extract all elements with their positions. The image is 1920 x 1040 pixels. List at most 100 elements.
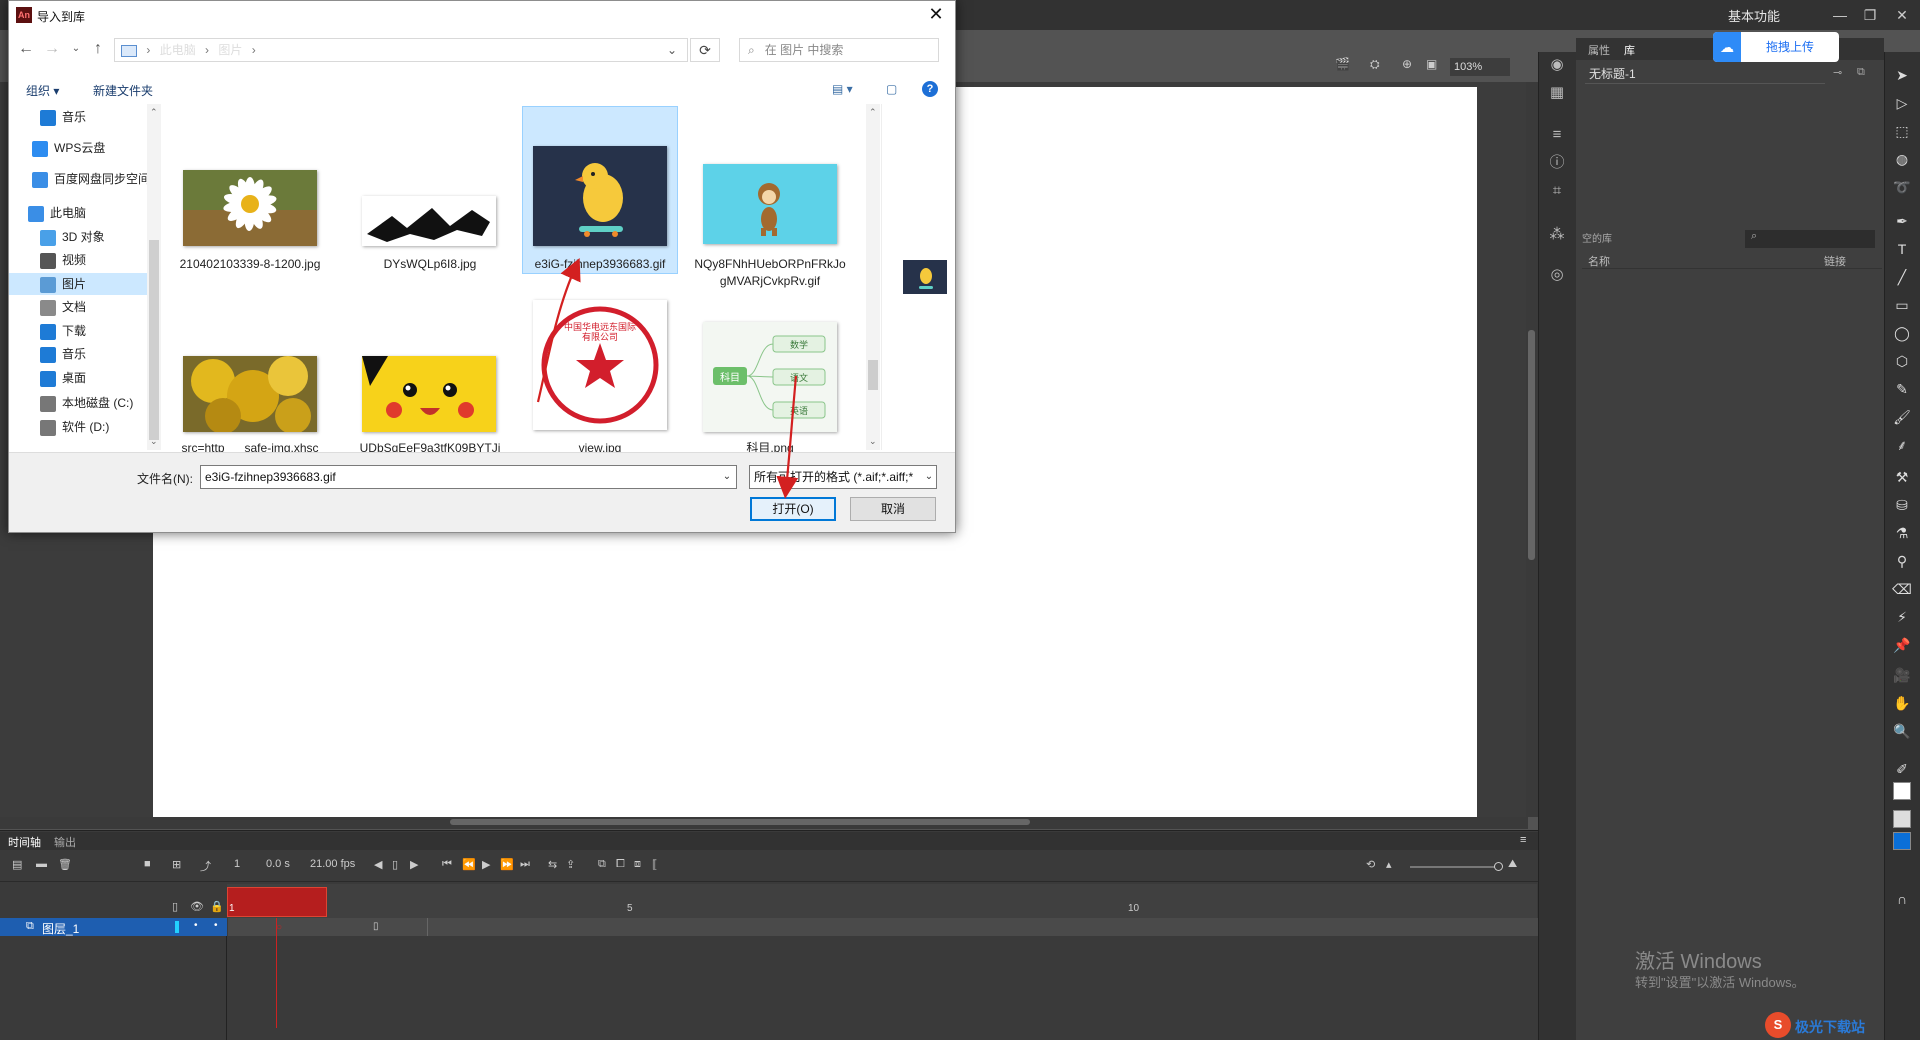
back-arrow-icon[interactable]: ← — [16, 39, 36, 59]
workspace-switcher[interactable]: 基本功能 — [1728, 6, 1780, 25]
nav-item[interactable]: 下载 — [40, 320, 86, 342]
fps-display[interactable]: 21.00 fps — [310, 858, 355, 870]
eye-icon[interactable]: 👁 — [190, 900, 204, 913]
nav-item[interactable]: 3D 对象 — [40, 226, 105, 248]
selection-tool-icon[interactable]: ➤ — [1890, 64, 1914, 86]
zoom-tool-icon[interactable]: 🔍 — [1890, 720, 1914, 742]
crosshair-icon[interactable]: ⊕ — [1402, 57, 1412, 71]
new-folder-icon[interactable]: ▬ — [36, 858, 47, 870]
panel-menu-icon[interactable]: ≡ — [1520, 834, 1526, 846]
center-frame-icon[interactable]: ⇪ — [566, 858, 575, 871]
layer-name[interactable]: 图层_1 — [42, 920, 79, 937]
restore-button[interactable]: ❐ — [1856, 4, 1884, 26]
zoom-select[interactable]: 103% — [1450, 58, 1510, 76]
baidu-upload-button[interactable]: ☁ 拖拽上传 — [1713, 32, 1839, 62]
organize-menu[interactable]: 组织 ▾ — [26, 82, 59, 99]
preview-pane-icon[interactable]: ▢ — [886, 82, 897, 96]
play-icon[interactable]: ▶ — [482, 858, 490, 871]
onion-markers-icon[interactable]: ⟦ — [652, 858, 657, 871]
file-thumbnail-monkey[interactable] — [703, 164, 837, 244]
crop-icon[interactable]: ▣ — [1426, 57, 1437, 71]
step-back-icon[interactable]: ⏪ — [462, 858, 476, 871]
files-scroll-thumb[interactable] — [868, 360, 878, 390]
stroke-swatch[interactable] — [1893, 782, 1911, 800]
nav-item[interactable]: 音乐 — [40, 106, 86, 128]
recent-dropdown-icon[interactable]: ⌄ — [66, 39, 86, 59]
view-options-icon[interactable]: ▤ ▾ — [832, 82, 853, 96]
triangle-icon[interactable]: ▴ — [1386, 858, 1392, 871]
insert-keyframe-icon[interactable]: ▯ — [392, 858, 398, 871]
go-last-icon[interactable]: ⏭ — [520, 858, 530, 871]
fill-color-swatch[interactable] — [1893, 832, 1911, 850]
column-name[interactable]: 名称 — [1588, 253, 1610, 269]
width-tool-icon[interactable]: ⚡ — [1890, 606, 1914, 628]
open-button[interactable]: 打开(O) — [750, 497, 836, 521]
frame-size-slider[interactable] — [1410, 866, 1498, 868]
layer-parenting-icon[interactable]: ⊞ — [172, 858, 181, 871]
paint-bucket-icon[interactable]: ⛭ — [1370, 57, 1380, 72]
layer-lock-dot[interactable]: • — [214, 920, 218, 931]
asset-warp-tool-icon[interactable]: 📌 — [1890, 634, 1914, 656]
edit-multiple-icon[interactable]: ⧈ — [634, 858, 641, 871]
breadcrumb-this-pc[interactable]: 此电脑 — [160, 43, 196, 57]
clapper-icon[interactable]: 🎬 — [1335, 57, 1350, 71]
search-input[interactable]: ⌕ 在 图片 中搜索 — [739, 38, 939, 62]
snap-magnet-icon[interactable]: ∩ — [1890, 888, 1914, 910]
paint-brush-tool-icon[interactable]: 🖌 — [1890, 406, 1914, 428]
document-select[interactable]: 无标题-1 — [1585, 64, 1825, 84]
transform-icon[interactable]: ⌗ — [1546, 180, 1568, 202]
graph-icon[interactable]: ⤴ — [200, 858, 211, 874]
info-icon[interactable]: ⓘ — [1546, 152, 1568, 174]
nav-item[interactable]: WPS云盘 — [32, 137, 105, 159]
files-scrollbar[interactable] — [866, 104, 880, 450]
pencil-tool-icon[interactable]: ✎ — [1890, 378, 1914, 400]
address-dropdown-icon[interactable]: ⌄ — [667, 39, 677, 61]
nav-item[interactable]: 桌面 — [40, 367, 86, 389]
fill-swatch-icon[interactable] — [1893, 810, 1911, 828]
polygon-tool-icon[interactable]: ⬡ — [1890, 350, 1914, 372]
ink-bottle-tool-icon[interactable]: ⚗ — [1890, 522, 1914, 544]
nav-item[interactable]: 文档 — [40, 296, 86, 318]
timeline-ruler[interactable] — [227, 884, 1537, 918]
step-forward-icon[interactable]: ⏩ — [500, 858, 514, 871]
file-name[interactable]: DYsWQLp6I8.jpg — [352, 256, 508, 273]
motion-presets-icon[interactable]: ◎ — [1546, 264, 1568, 286]
nav-item[interactable]: 此电脑 — [28, 202, 86, 224]
file-name[interactable]: NQy8FNhHUebORPnFRkJogMVARjCvkpRv.gif — [692, 256, 848, 290]
next-keyframe-icon[interactable]: ▶ — [410, 858, 418, 871]
layer-frames[interactable]: ○ ▯ — [228, 918, 1538, 936]
oval-tool-icon[interactable]: ◯ — [1890, 322, 1914, 344]
subselection-tool-icon[interactable]: ▷ — [1890, 92, 1914, 114]
address-bar[interactable]: › 此电脑 › 图片 › ⌄ — [114, 38, 688, 62]
onion-outline-icon[interactable]: ⧠ — [616, 858, 625, 871]
library-search-input[interactable]: ⌕ — [1745, 230, 1875, 248]
tab-output[interactable]: 输出 — [54, 834, 76, 850]
up-arrow-icon[interactable]: ↑ — [88, 39, 108, 59]
brush-tool-icon[interactable]: ⸙ — [1890, 434, 1914, 456]
swatches-icon[interactable]: ▦ — [1546, 82, 1568, 104]
camera-tool-icon[interactable]: 🎥 — [1890, 664, 1914, 686]
hand-tool-icon[interactable]: ✋ — [1890, 692, 1914, 714]
lock-icon[interactable]: 🔒 — [210, 900, 224, 913]
nav-item[interactable]: 视频 — [40, 249, 86, 271]
stroke-color-icon[interactable]: ✐ — [1890, 758, 1914, 780]
nav-item[interactable]: 图片 — [40, 273, 86, 295]
help-icon[interactable]: ? — [922, 81, 938, 97]
file-name[interactable]: e3iG-fzihnep3936683.gif — [522, 256, 678, 273]
eyedropper-tool-icon[interactable]: ⚲ — [1890, 550, 1914, 572]
column-linkage[interactable]: 链接 — [1824, 253, 1846, 269]
rectangle-tool-icon[interactable]: ▭ — [1890, 294, 1914, 316]
layer-visible-dot[interactable]: • — [194, 920, 198, 931]
camera-toggle-icon[interactable]: ■ — [144, 858, 151, 870]
pen-tool-icon[interactable]: ✒ — [1890, 210, 1914, 232]
text-tool-icon[interactable]: T — [1890, 238, 1914, 260]
close-dialog-button[interactable]: ✕ — [925, 3, 947, 25]
color-wheel-icon[interactable]: ◉ — [1546, 54, 1568, 76]
cancel-button[interactable]: 取消 — [850, 497, 936, 521]
layer-color[interactable] — [175, 921, 179, 933]
loop-icon[interactable]: ⇆ — [548, 858, 557, 871]
tab-properties[interactable]: 属性 — [1588, 42, 1610, 58]
new-layer-icon[interactable]: ▤ — [12, 858, 22, 871]
scroll-up-icon[interactable]: ⌃ — [150, 107, 158, 118]
nav-item[interactable]: 本地磁盘 (C:) — [40, 392, 133, 414]
